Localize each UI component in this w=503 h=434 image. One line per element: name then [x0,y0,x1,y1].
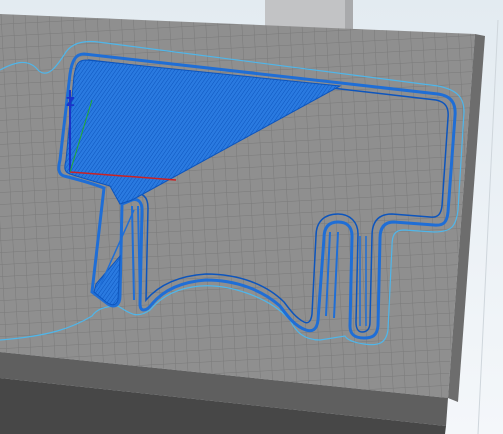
slicer-3d-viewport[interactable]: Z [0,0,503,434]
z-axis-label: Z [66,95,75,109]
